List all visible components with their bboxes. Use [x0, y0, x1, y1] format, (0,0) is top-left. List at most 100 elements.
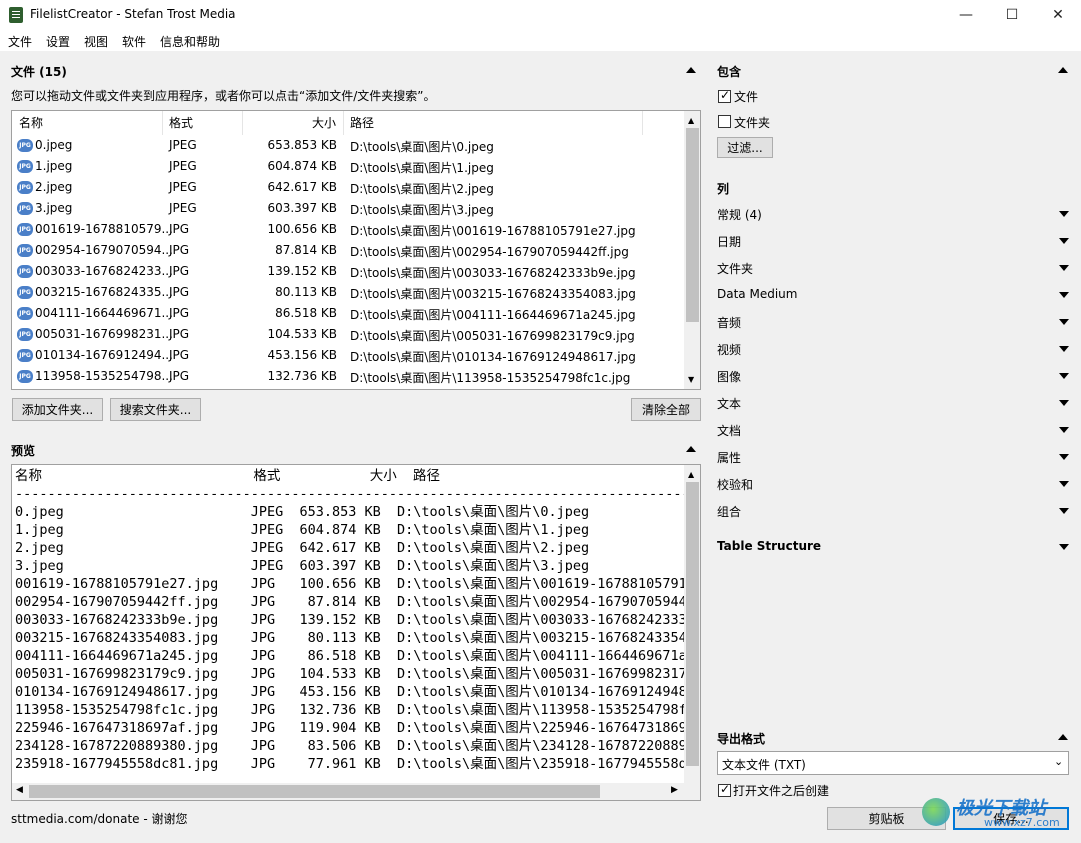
- column-group-label[interactable]: 视频: [717, 341, 741, 358]
- table-row[interactable]: JPG 3.jpeg JPEG 603.397 KB D:\tools\桌面\图片\3.…: [12, 198, 684, 219]
- add-folder-button[interactable]: 添加文件夹...: [12, 398, 103, 421]
- column-group-label[interactable]: 属性: [717, 449, 741, 466]
- collapse-files-icon[interactable]: [686, 67, 696, 73]
- jpg-file-icon: JPG: [17, 181, 33, 194]
- file-list-scrollbar[interactable]: ▲ ▼: [684, 111, 700, 389]
- watermark-logo: 极光下载站 www.xz7.com: [920, 790, 1080, 840]
- table-row[interactable]: JPG 001619-1678810579... JPG 100.656 KB D:\t…: [12, 219, 684, 240]
- column-group-label[interactable]: 音频: [717, 314, 741, 331]
- files-section-title: 文件 (15): [11, 65, 67, 79]
- menu-view[interactable]: 视图: [84, 33, 108, 50]
- column-group-label[interactable]: Data Medium: [717, 287, 797, 301]
- column-group-label[interactable]: 组合: [717, 503, 741, 520]
- files-hint: 您可以拖动文件或文件夹到应用程序，或者你可以点击“添加文件/文件夹搜索”。: [11, 89, 436, 103]
- column-group-label[interactable]: 常规 (4): [717, 206, 762, 223]
- col-path[interactable]: 路径: [350, 114, 374, 131]
- cell-name: 005031-1676998231...: [35, 327, 173, 341]
- jpg-file-icon: JPG: [17, 160, 33, 173]
- col-size[interactable]: 大小: [312, 114, 336, 131]
- col-divider[interactable]: [242, 111, 243, 135]
- table-row[interactable]: JPG 003033-1676824233... JPG 139.152 KB D:\t…: [12, 261, 684, 282]
- menu-file[interactable]: 文件: [8, 33, 32, 50]
- open-after-label[interactable]: 打开文件之后创建: [733, 782, 829, 799]
- column-group-label[interactable]: 文件夹: [717, 260, 753, 277]
- scroll-right-icon[interactable]: ▶: [671, 785, 678, 795]
- cell-format: JPEG: [169, 138, 197, 152]
- scroll-left-icon[interactable]: ◀: [16, 785, 23, 795]
- cell-format: JPEG: [169, 180, 197, 194]
- table-row[interactable]: JPG 004111-1664469671... JPG 86.518 KB D:\to…: [12, 303, 684, 324]
- table-row[interactable]: JPG 2.jpeg JPEG 642.617 KB D:\tools\桌面\图片\2.…: [12, 177, 684, 198]
- preview-hscrollbar[interactable]: ◀ ▶: [12, 783, 700, 800]
- donate-link[interactable]: sttmedia.com/donate - 谢谢您: [11, 810, 188, 827]
- open-after-checkbox[interactable]: [718, 782, 731, 797]
- filter-button[interactable]: 过滤...: [717, 137, 773, 158]
- cell-path: D:\tools\桌面\图片\2.jpeg: [350, 182, 494, 196]
- menu-software[interactable]: 软件: [122, 33, 146, 50]
- table-row[interactable]: JPG 002954-1679070594... JPG 87.814 KB D:\to…: [12, 240, 684, 261]
- scrollbar-thumb[interactable]: [686, 482, 699, 766]
- collapse-preview-icon[interactable]: [686, 446, 696, 452]
- hscrollbar-thumb[interactable]: [29, 785, 600, 798]
- col-format[interactable]: 格式: [169, 114, 193, 131]
- cell-size: 80.113 KB: [275, 285, 337, 299]
- col-divider[interactable]: [642, 111, 643, 135]
- scroll-up-icon[interactable]: ▲: [688, 116, 694, 125]
- col-name[interactable]: 名称: [19, 114, 43, 131]
- cell-name: 3.jpeg: [35, 201, 73, 215]
- table-row[interactable]: JPG 0.jpeg JPEG 653.853 KB D:\tools\桌面\图片\0.…: [12, 135, 684, 156]
- include-files-checkbox[interactable]: [718, 88, 731, 103]
- col-divider[interactable]: [162, 111, 163, 135]
- cell-name: 004111-1664469671...: [35, 306, 173, 320]
- cell-size: 453.156 KB: [267, 348, 337, 362]
- clear-all-button[interactable]: 清除全部: [631, 398, 701, 421]
- cell-size: 653.853 KB: [267, 138, 337, 152]
- table-row[interactable]: JPG 010134-1676912494... JPG 453.156 KB D:\t…: [12, 345, 684, 366]
- cell-size: 132.736 KB: [267, 369, 337, 383]
- table-row[interactable]: JPG 113958-1535254798... JPG 132.736 KB D:\t…: [12, 366, 684, 387]
- preview-box[interactable]: 名称 格式 大小 路径 -----------------------------…: [11, 464, 701, 801]
- column-group-label[interactable]: 文档: [717, 422, 741, 439]
- cell-name: 001619-1678810579...: [35, 222, 173, 236]
- preview-vscrollbar[interactable]: ▲: [684, 465, 700, 783]
- table-structure-title[interactable]: Table Structure: [717, 539, 821, 553]
- menu-settings[interactable]: 设置: [46, 33, 70, 50]
- include-files-label[interactable]: 文件: [734, 88, 758, 105]
- expand-table-structure-icon[interactable]: [1059, 544, 1069, 550]
- maximize-button[interactable]: ☐: [989, 0, 1035, 30]
- column-group-label[interactable]: 日期: [717, 233, 741, 250]
- include-folders-checkbox[interactable]: [718, 115, 731, 128]
- preview-line: 0.jpeg JPEG 653.853 KB D:\tools\桌面\图片\0.…: [15, 504, 590, 520]
- minimize-button[interactable]: —: [943, 0, 989, 30]
- table-row[interactable]: JPG 003215-1676824335... JPG 80.113 KB D:\to…: [12, 282, 684, 303]
- column-group-label[interactable]: 校验和: [717, 476, 753, 493]
- cell-format: JPG: [169, 264, 190, 278]
- window-title: FilelistCreator - Stefan Trost Media: [30, 7, 236, 21]
- cell-size: 604.874 KB: [267, 159, 337, 173]
- cell-name: 0.jpeg: [35, 138, 73, 152]
- search-folder-button[interactable]: 搜索文件夹...: [110, 398, 201, 421]
- jpg-file-icon: JPG: [17, 244, 33, 257]
- file-list[interactable]: 名称 格式 大小 路径 JPG 0.jpeg JPEG 653.853 KB D:\to…: [11, 110, 701, 390]
- table-row[interactable]: JPG 1.jpeg JPEG 604.874 KB D:\tools\桌面\图片\1.…: [12, 156, 684, 177]
- close-button[interactable]: ✕: [1035, 0, 1081, 30]
- cell-format: JPG: [169, 369, 190, 383]
- column-group-label[interactable]: 文本: [717, 395, 741, 412]
- collapse-export-icon[interactable]: [1058, 734, 1068, 740]
- scroll-down-icon[interactable]: ▼: [688, 375, 694, 384]
- jpg-file-icon: JPG: [17, 328, 33, 341]
- scrollbar-thumb[interactable]: [686, 128, 699, 322]
- chevron-down-icon[interactable]: ⌄: [1054, 755, 1063, 768]
- scroll-up-icon[interactable]: ▲: [688, 470, 694, 479]
- col-divider[interactable]: [343, 111, 344, 135]
- column-group-label[interactable]: 图像: [717, 368, 741, 385]
- include-folders-label[interactable]: 文件夹: [734, 114, 770, 131]
- menu-info-help[interactable]: 信息和帮助: [160, 33, 220, 50]
- preview-line: 003033-16768242333b9e.jpg JPG 139.152 KB…: [15, 612, 701, 628]
- title-bar: FilelistCreator - Stefan Trost Media — ☐…: [0, 0, 1081, 30]
- collapse-include-icon[interactable]: [1058, 67, 1068, 73]
- export-format-select[interactable]: 文本文件 (TXT) ⌄: [717, 751, 1069, 775]
- table-row[interactable]: JPG 005031-1676998231... JPG 104.533 KB D:\t…: [12, 324, 684, 345]
- preview-lines: 0.jpeg JPEG 653.853 KB D:\tools\桌面\图片\0.…: [15, 503, 701, 773]
- preview-section-title: 预览: [11, 444, 36, 458]
